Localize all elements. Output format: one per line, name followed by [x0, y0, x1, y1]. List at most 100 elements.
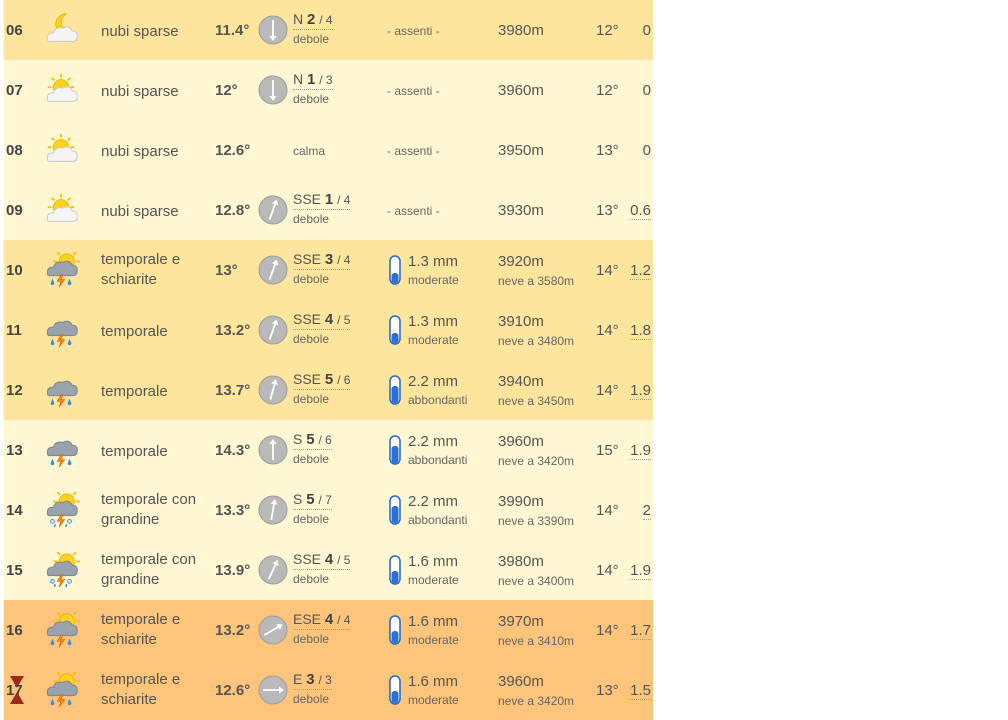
wind-direction: S: [293, 431, 303, 447]
freezing-level: 3970m: [498, 613, 544, 630]
wind-speed[interactable]: N 2 / 4: [293, 11, 333, 30]
rain-amount: 2.2 mm: [408, 373, 459, 390]
table-row: 16 temporale e schiarite 13.2° ESE 4 / 4 de…: [0, 600, 653, 660]
snow-level: neve a 3400m: [498, 574, 575, 588]
wind-speed[interactable]: E 3 / 3: [293, 671, 332, 690]
row-edge: [0, 420, 4, 480]
table-row: 14 temporale con grandine 13.3° S 5 / 7 deb…: [0, 480, 653, 540]
row-edge: [0, 600, 4, 660]
rain-amount: 1.6 mm: [408, 553, 459, 570]
extra-value[interactable]: 1.9: [630, 562, 651, 580]
storm-icon: [46, 440, 78, 468]
wind-speed[interactable]: N 1 / 3: [293, 71, 333, 90]
rain-amount: 2.2 mm: [408, 493, 459, 510]
table-row: 09 nubi sparse 12.8° SSE 1 / 4 debole - asse…: [0, 180, 653, 240]
wind-speed-value: 1: [324, 191, 334, 208]
row-edge: [0, 240, 4, 300]
sun-storm-icon: [46, 252, 80, 288]
wind-gust: / 4: [337, 613, 351, 627]
snow-level: neve a 3450m: [498, 394, 575, 408]
wind-speed[interactable]: S 5 / 7: [293, 491, 332, 510]
rain-intensity: abbondanti: [408, 393, 468, 407]
wind-direction: N: [293, 11, 304, 27]
rain-intensity: moderate: [408, 633, 459, 647]
table-row: 13 temporale 14.3° S 5 / 6 debole 2.2 mm abb…: [0, 420, 653, 480]
wind-speed[interactable]: SSE 4 / 5: [293, 551, 351, 570]
extra-value[interactable]: 1.7: [630, 622, 651, 640]
rain-level-icon: [389, 315, 401, 345]
sun-cloud-icon: [46, 73, 78, 102]
rain-level-icon: [389, 255, 401, 285]
wind-direction-icon: [258, 675, 288, 705]
weather-description: nubi sparse: [101, 143, 179, 160]
wind-strength: debole: [293, 272, 330, 286]
wind-speed[interactable]: ESE 4 / 4: [293, 611, 351, 630]
table-row: 06 nubi sparse 11.4° N 2 / 4 debole - assent…: [0, 0, 653, 60]
wind-speed-value: 5: [324, 371, 334, 388]
row-edge: [0, 60, 4, 120]
rain-level-icon: [389, 435, 401, 465]
rain-absent: - assenti -: [387, 204, 440, 218]
hour-cell: 09: [6, 202, 23, 219]
wind-gust: / 6: [337, 373, 351, 387]
perceived-temperature: 14°: [596, 622, 619, 639]
weather-description: nubi sparse: [101, 203, 179, 220]
wind-direction-icon: [258, 315, 288, 345]
forecast-table: 06 nubi sparse 11.4° N 2 / 4 debole - assent…: [0, 0, 653, 720]
wind-strength: debole: [293, 632, 330, 646]
extra-value: 0: [642, 142, 651, 159]
wind-speed[interactable]: SSE 5 / 6: [293, 371, 351, 390]
wind-direction: SSE: [293, 311, 322, 327]
storm-icon: [46, 380, 78, 408]
rain-intensity: moderate: [408, 693, 459, 707]
wind-direction-icon: [258, 375, 288, 405]
wind-gust: / 4: [319, 13, 333, 27]
extra-value[interactable]: 2: [642, 502, 651, 520]
rain-level-icon: [389, 495, 401, 525]
wind-direction-icon: [258, 555, 288, 585]
wind-speed[interactable]: SSE 1 / 4: [293, 191, 351, 210]
wind-direction: E: [293, 671, 303, 687]
weather-description: temporale e schiarite: [101, 251, 181, 288]
extra-value[interactable]: 1.5: [630, 682, 651, 700]
row-edge: [0, 360, 4, 420]
hour-cell: 12: [6, 382, 23, 399]
temperature: 13.3°: [215, 502, 251, 519]
wind-speed-value: 1: [307, 71, 316, 88]
weather-description: temporale: [101, 323, 168, 340]
freezing-level: 3980m: [498, 553, 544, 570]
temperature: 12.8°: [215, 202, 251, 219]
table-row: 12 temporale 13.7° SSE 5 / 6 debole 2.2 mm a…: [0, 360, 653, 420]
rain-intensity: moderate: [408, 333, 459, 347]
wind-direction: SSE: [293, 191, 322, 207]
wind-direction: SSE: [293, 551, 322, 567]
snow-level: neve a 3410m: [498, 634, 575, 648]
extra-value[interactable]: 1.9: [630, 442, 651, 460]
wind-speed-value: 5: [306, 431, 315, 448]
extra-value[interactable]: 0.6: [630, 202, 651, 220]
extra-value[interactable]: 1.8: [630, 322, 651, 340]
wind-speed-value: 3: [306, 671, 315, 688]
perceived-temperature: 14°: [596, 562, 619, 579]
wind-speed[interactable]: SSE 3 / 4: [293, 251, 351, 270]
rain-intensity: abbondanti: [408, 453, 468, 467]
wind-speed[interactable]: SSE 4 / 5: [293, 311, 351, 330]
wind-direction: ESE: [293, 611, 322, 627]
row-edge: [0, 300, 4, 360]
rain-absent: - assenti -: [387, 144, 440, 158]
weather-description: nubi sparse: [101, 83, 179, 100]
table-row: 15 temporale con grandine 13.9° SSE 4 / 5 d…: [0, 540, 653, 600]
wind-speed-value: 4: [324, 311, 334, 328]
wind-speed[interactable]: S 5 / 6: [293, 431, 332, 450]
rain-intensity: moderate: [408, 573, 459, 587]
extra-value[interactable]: 1.2: [630, 262, 651, 280]
extra-value[interactable]: 1.9: [630, 382, 651, 400]
perceived-temperature: 12°: [596, 82, 619, 99]
wind-strength: debole: [293, 452, 330, 466]
wind-strength: debole: [293, 332, 330, 346]
rain-amount: 1.3 mm: [408, 253, 459, 270]
snow-level: neve a 3390m: [498, 514, 575, 528]
freezing-level: 3920m: [498, 253, 544, 270]
wind-speed-value: 4: [324, 551, 334, 568]
perceived-temperature: 13°: [596, 682, 619, 699]
